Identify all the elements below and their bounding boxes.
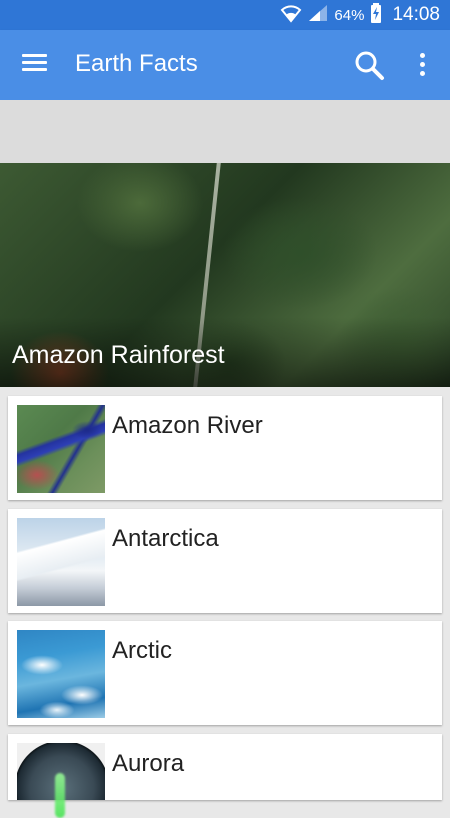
list-item-label: Antarctica: [112, 525, 219, 552]
list-item-antarctica[interactable]: Antarctica: [8, 509, 442, 613]
featured-card-amazon-rainforest[interactable]: Amazon Rainforest: [0, 163, 450, 387]
search-icon: [355, 51, 384, 80]
clock: 14:08: [392, 4, 440, 25]
featured-title: Amazon Rainforest: [12, 341, 225, 369]
signal-icon: [308, 4, 328, 27]
aurora-thumbnail: [17, 743, 105, 800]
status-indicators: 64% 14:08: [280, 0, 440, 30]
list-item-aurora[interactable]: Aurora: [8, 734, 442, 800]
menu-icon: [20, 54, 50, 71]
battery-charging-icon: [370, 2, 382, 28]
status-bar: 64% 14:08: [0, 0, 450, 30]
search-button[interactable]: [352, 48, 388, 84]
amazon-river-thumbnail: [17, 405, 105, 493]
app-bar: Earth Facts: [0, 30, 450, 100]
menu-button[interactable]: [20, 51, 50, 79]
wifi-icon: [280, 3, 302, 28]
list-item-label: Aurora: [112, 750, 185, 777]
list-item-label: Arctic: [112, 637, 172, 664]
arctic-thumbnail: [17, 630, 105, 718]
list-item-amazon-river[interactable]: Amazon River: [8, 396, 442, 500]
app-title: Earth Facts: [75, 50, 198, 77]
top-spacer: [0, 100, 450, 163]
list-item-arctic[interactable]: Arctic: [8, 621, 442, 725]
more-vert-icon: [410, 53, 434, 76]
more-options-button[interactable]: [410, 50, 434, 82]
list-item-label: Amazon River: [112, 412, 263, 439]
antarctica-thumbnail: [17, 518, 105, 606]
battery-percent: 64%: [334, 6, 365, 24]
